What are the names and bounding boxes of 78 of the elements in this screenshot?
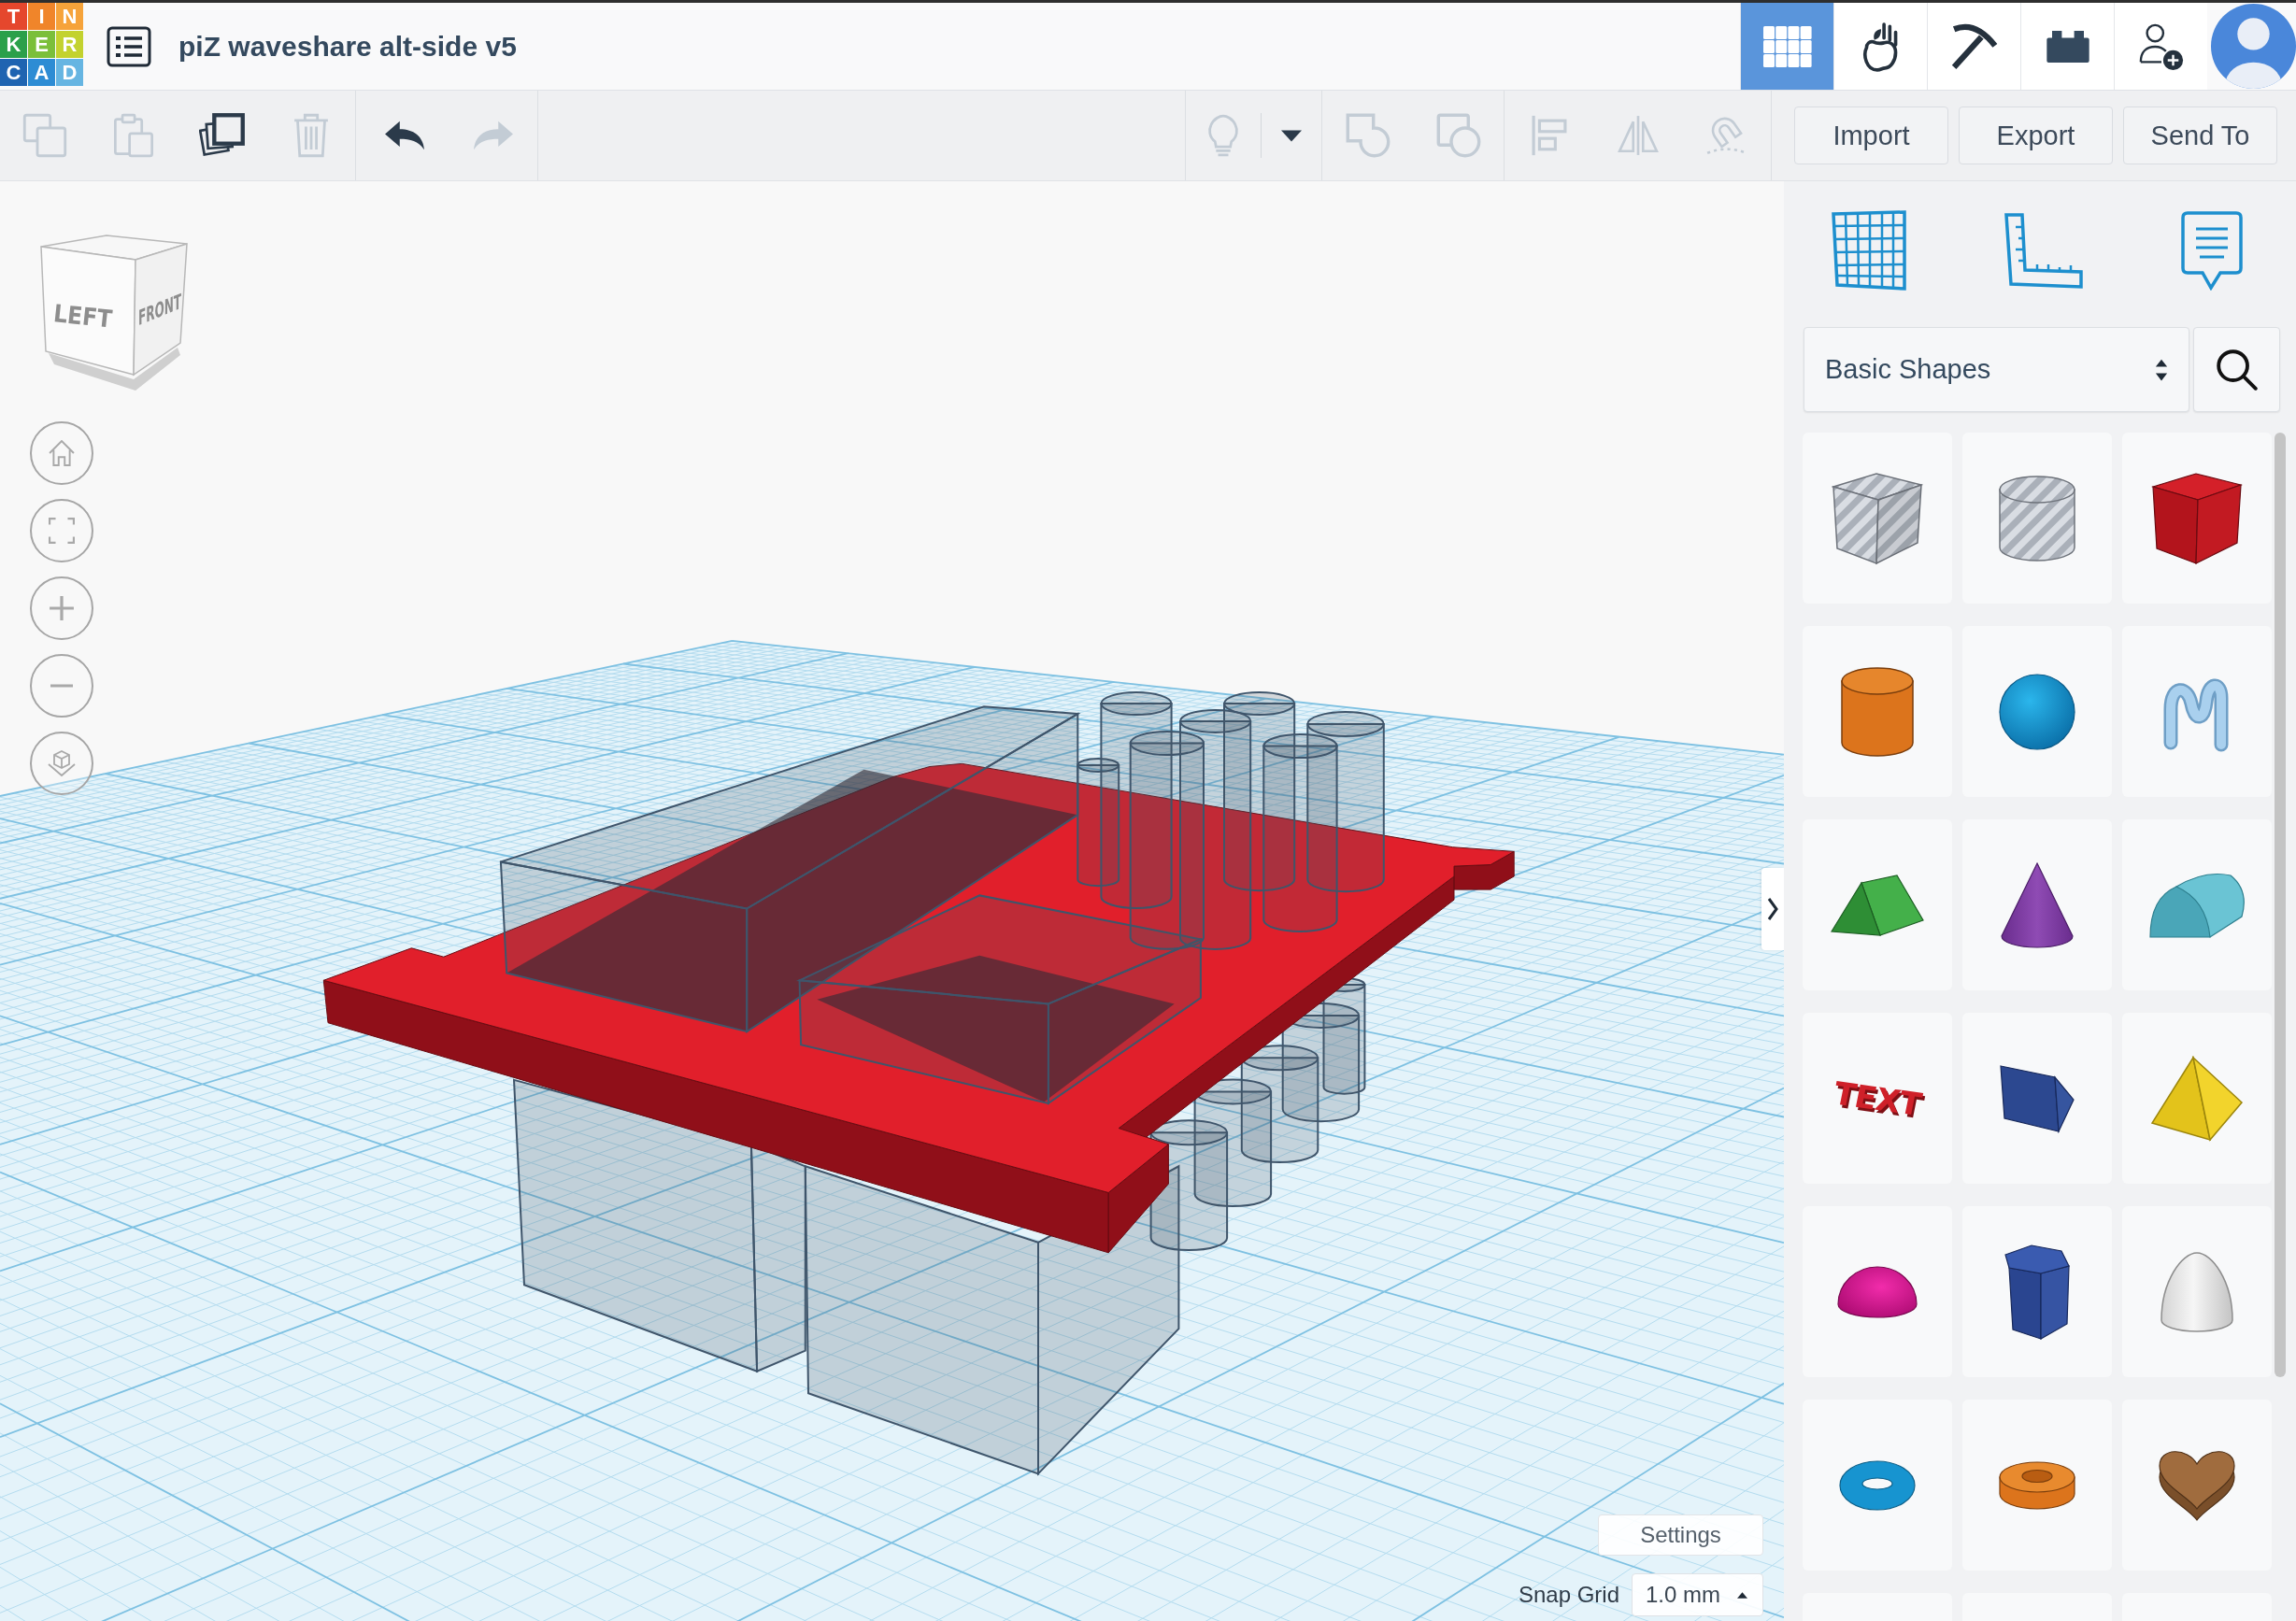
caret-down-icon[interactable] — [1281, 129, 1302, 142]
striped-cylinder-icon — [1998, 474, 2076, 562]
torus-icon — [1838, 1458, 1917, 1512]
tube-icon — [1998, 1459, 2076, 1511]
shape-tile[interactable] — [2122, 1013, 2272, 1184]
logo-letter: D — [56, 59, 83, 86]
pyramid-icon — [2150, 1055, 2244, 1142]
pickaxe-button[interactable] — [1927, 3, 2020, 90]
shape-tile[interactable] — [1962, 626, 2112, 797]
shape-tile[interactable] — [1962, 433, 2112, 604]
zoom-out-icon — [49, 684, 75, 688]
chevron-right-icon — [1767, 897, 1778, 921]
workplane-icon[interactable] — [1831, 209, 1907, 291]
document-title[interactable]: piZ waveshare alt-side v5 — [178, 30, 517, 63]
perspective-button[interactable] — [30, 732, 93, 795]
paraboloid-icon — [2160, 1250, 2234, 1333]
wedge-icon — [1999, 1063, 2075, 1133]
shape-tile[interactable] — [2122, 819, 2272, 990]
shape-tile[interactable] — [2122, 433, 2272, 604]
sphere-icon — [1998, 672, 2076, 751]
round-roof-icon — [2148, 871, 2246, 939]
export-button[interactable]: Export — [1959, 107, 2113, 164]
pickaxe-icon — [1950, 22, 1998, 70]
scrollbar[interactable] — [2275, 433, 2286, 1377]
shape-tile[interactable] — [1803, 819, 1952, 990]
shape-tile[interactable] — [1803, 433, 1952, 604]
grid-icon — [1762, 25, 1812, 67]
cone-icon — [2000, 860, 2075, 949]
shape-tile[interactable] — [1803, 626, 1952, 797]
shape-tile[interactable] — [1962, 819, 2112, 990]
caret-up-icon — [1737, 1591, 1747, 1599]
logo-letter: R — [56, 31, 83, 58]
shape-tile[interactable]: TEXT — [1803, 1013, 1952, 1184]
home-icon — [48, 440, 76, 466]
hexagonal-prism-icon — [2004, 1243, 2071, 1341]
zoom-in-icon — [49, 595, 75, 621]
cube-icon — [48, 749, 76, 777]
add-user-icon — [2137, 21, 2185, 71]
shape-tile[interactable] — [1803, 1206, 1952, 1377]
app-logo[interactable]: T I N K E R C A D — [0, 3, 83, 86]
duplicate-icon[interactable] — [198, 112, 246, 159]
shape-tile[interactable] — [2122, 1206, 2272, 1377]
undo-icon[interactable] — [383, 120, 425, 151]
shape-tile[interactable] — [2122, 1400, 2272, 1571]
cylinder-icon — [1840, 665, 1915, 758]
brick-icon — [2044, 30, 2091, 63]
fit-view-icon — [49, 518, 75, 544]
snap-grid-dropdown[interactable]: 1.0 mm — [1632, 1573, 1763, 1616]
logo-letter: I — [28, 3, 55, 30]
shape-tile[interactable] — [1962, 1206, 2112, 1377]
logo-letter: N — [56, 3, 83, 30]
striped-box-icon — [1832, 471, 1923, 565]
shape-tile[interactable] — [1962, 1013, 2112, 1184]
category-dropdown[interactable]: Basic Shapes — [1804, 327, 2189, 412]
search-button[interactable] — [2193, 327, 2280, 412]
logo-letter: K — [0, 31, 27, 58]
ruler-icon[interactable] — [2003, 211, 2084, 289]
roof-icon — [1830, 873, 1925, 937]
logo-letter: E — [28, 31, 55, 58]
send-to-button[interactable]: Send To — [2123, 107, 2277, 164]
settings-button[interactable]: Settings — [1598, 1514, 1763, 1556]
add-user-button[interactable] — [2114, 3, 2207, 90]
notes-icon[interactable] — [2179, 209, 2245, 291]
logo-letter: A — [28, 59, 55, 86]
logo-letter: C — [0, 59, 27, 86]
search-icon — [2216, 348, 2258, 391]
heart-icon — [2158, 1448, 2236, 1522]
hand-button[interactable] — [1833, 3, 1927, 90]
list-icon[interactable] — [107, 25, 151, 67]
shape-tile[interactable] — [2122, 626, 2272, 797]
box-icon — [2151, 471, 2243, 565]
brick-button[interactable] — [2020, 3, 2114, 90]
snap-grid-label: Snap Grid — [1518, 1582, 1619, 1608]
collapse-panel-button[interactable] — [1761, 868, 1784, 950]
shape-tile[interactable] — [1962, 1400, 2112, 1571]
logo-letter: T — [0, 3, 27, 30]
shape-tile[interactable] — [1803, 1400, 1952, 1571]
import-button[interactable]: Import — [1794, 107, 1948, 164]
